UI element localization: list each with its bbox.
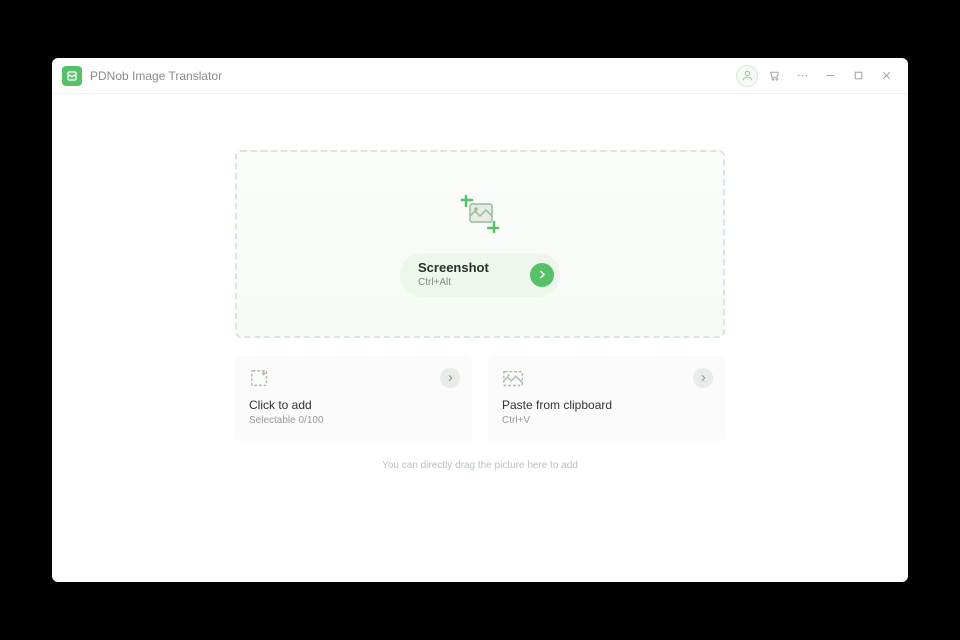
screenshot-dropzone[interactable]: Screenshot Ctrl+Alt (235, 150, 725, 338)
main-content: Screenshot Ctrl+Alt Click to add Selecta… (52, 94, 908, 582)
screenshot-go-button[interactable] (530, 263, 554, 287)
user-account-button[interactable] (736, 65, 758, 87)
screenshot-shortcut: Ctrl+Alt (418, 277, 489, 288)
app-window: PDNob Image Translator (52, 58, 908, 582)
add-image-icon (249, 368, 458, 390)
paste-clipboard-title: Paste from clipboard (502, 398, 711, 412)
paste-clipboard-card[interactable]: Paste from clipboard Ctrl+V (488, 356, 725, 442)
app-logo-icon (62, 66, 82, 86)
clipboard-image-icon (502, 368, 711, 390)
screenshot-label: Screenshot (418, 261, 489, 275)
close-button[interactable] (874, 64, 898, 88)
minimize-button[interactable] (818, 64, 842, 88)
paste-clipboard-go-button[interactable] (693, 368, 713, 388)
action-cards-row: Click to add Selectable 0/100 Paste from… (235, 356, 725, 442)
maximize-button[interactable] (846, 64, 870, 88)
click-to-add-title: Click to add (249, 398, 458, 412)
titlebar: PDNob Image Translator (52, 58, 908, 94)
app-title: PDNob Image Translator (90, 69, 222, 83)
screenshot-action-pill[interactable]: Screenshot Ctrl+Alt (400, 253, 560, 297)
drag-hint-text: You can directly drag the picture here t… (382, 460, 578, 471)
cart-button[interactable] (762, 64, 786, 88)
click-to-add-card[interactable]: Click to add Selectable 0/100 (235, 356, 472, 442)
crop-screenshot-icon (458, 192, 502, 241)
click-to-add-go-button[interactable] (440, 368, 460, 388)
paste-clipboard-subtitle: Ctrl+V (502, 415, 711, 426)
more-menu-button[interactable] (790, 64, 814, 88)
click-to-add-subtitle: Selectable 0/100 (249, 415, 458, 426)
